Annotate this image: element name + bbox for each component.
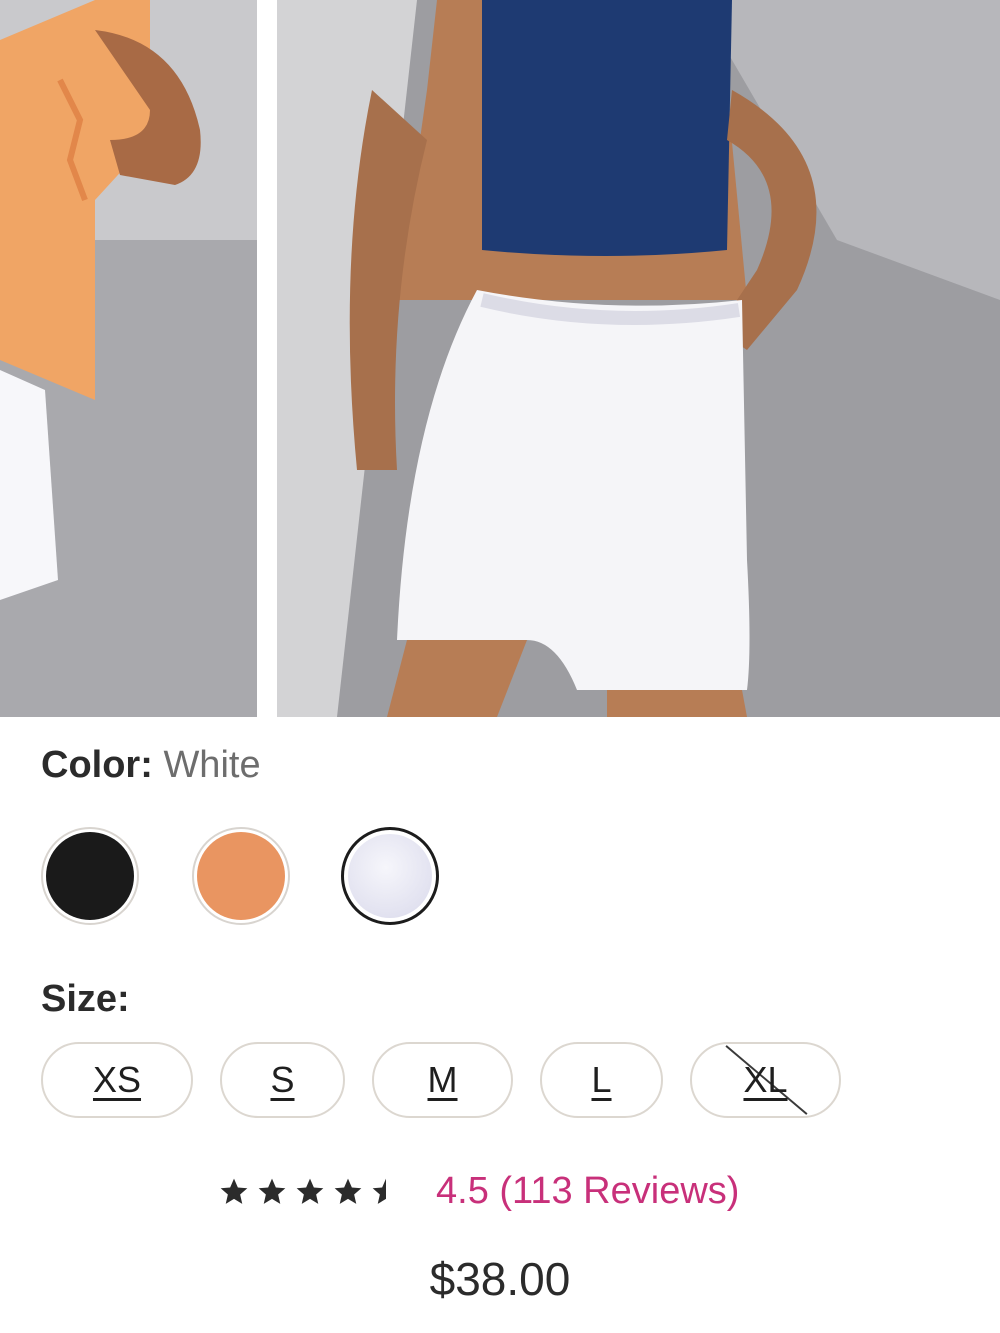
swatch-fill [348, 834, 432, 918]
size-option-label: L [591, 1059, 612, 1100]
product-image-gallery[interactable] [0, 0, 1000, 717]
star-half-icon [372, 1178, 400, 1204]
rating-stars [218, 1176, 402, 1208]
size-option-m[interactable]: M [372, 1042, 513, 1118]
swatch-fill [46, 832, 134, 920]
selected-color-value: White [163, 744, 261, 786]
star-full-icon [220, 1178, 248, 1204]
product-photo-orange-top[interactable] [0, 0, 257, 717]
reviews-link[interactable]: 4.5 (113 Reviews) [436, 1170, 739, 1213]
size-option-l[interactable]: L [540, 1042, 663, 1118]
product-price: $38.00 [429, 1253, 571, 1305]
size-option-label: S [270, 1059, 295, 1100]
color-selection-label: Color: White [41, 744, 261, 787]
size-option-xs[interactable]: XS [41, 1042, 193, 1118]
color-swatch-white[interactable] [341, 827, 439, 925]
product-rating: 4.5 (113 Reviews) [218, 1170, 739, 1213]
size-option-s[interactable]: S [220, 1042, 345, 1118]
size-option-label: XS [92, 1059, 142, 1100]
star-full-icon [296, 1178, 324, 1204]
star-full-icon [258, 1178, 286, 1204]
color-swatch-orange[interactable] [192, 827, 290, 925]
color-label: Color: [41, 744, 153, 786]
size-label: Size: [41, 978, 130, 1020]
size-option-label: M [427, 1059, 458, 1100]
size-option-label: XL [743, 1059, 788, 1100]
star-full-icon [334, 1178, 362, 1204]
size-option-xl-unavailable[interactable]: XL [690, 1042, 841, 1118]
color-swatch-black[interactable] [41, 827, 139, 925]
product-photo-white-shorts[interactable] [277, 0, 1000, 717]
swatch-fill [197, 832, 285, 920]
